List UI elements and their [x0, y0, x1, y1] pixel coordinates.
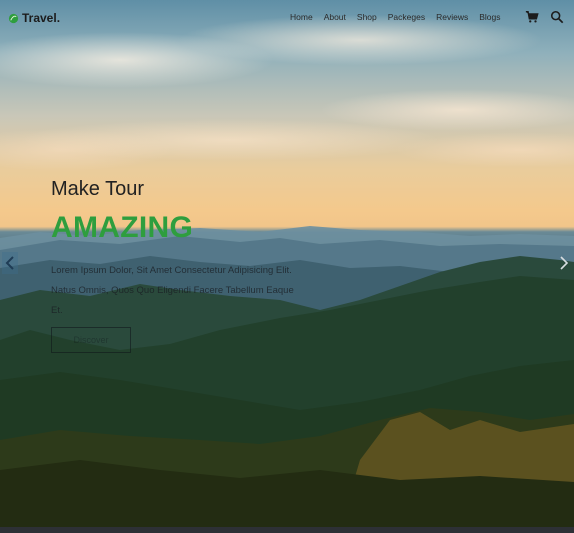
chevron-right-icon	[560, 256, 569, 270]
logo-text: Travel.	[22, 11, 61, 25]
nav-link-reviews[interactable]: Reviews	[436, 12, 468, 22]
nav-link-shop[interactable]: Shop	[357, 12, 377, 22]
chevron-left-icon	[5, 256, 14, 270]
nav-link-home[interactable]: Home	[290, 12, 313, 22]
hero-subtitle: Make Tour	[51, 178, 145, 200]
search-icon[interactable]	[550, 10, 564, 24]
discover-button[interactable]: Discover	[51, 327, 131, 353]
hero-title: AMAZING	[51, 211, 194, 244]
slider-prev-button[interactable]	[2, 252, 18, 274]
hero-description: Lorem Ipsum Dolor, Sit Amet Consectetur …	[51, 265, 294, 316]
cart-icon[interactable]	[525, 10, 539, 24]
nav-link-packeges[interactable]: Packeges	[388, 12, 425, 22]
leaf-icon	[8, 13, 19, 23]
slider-next-button[interactable]	[556, 252, 572, 274]
main-nav: Home About Shop Packeges Reviews Blogs	[290, 12, 512, 22]
nav-link-about[interactable]: About	[324, 12, 346, 22]
nav-link-blogs[interactable]: Blogs	[479, 12, 500, 22]
footer-strip	[0, 527, 574, 533]
logo[interactable]: Travel.	[8, 10, 60, 26]
